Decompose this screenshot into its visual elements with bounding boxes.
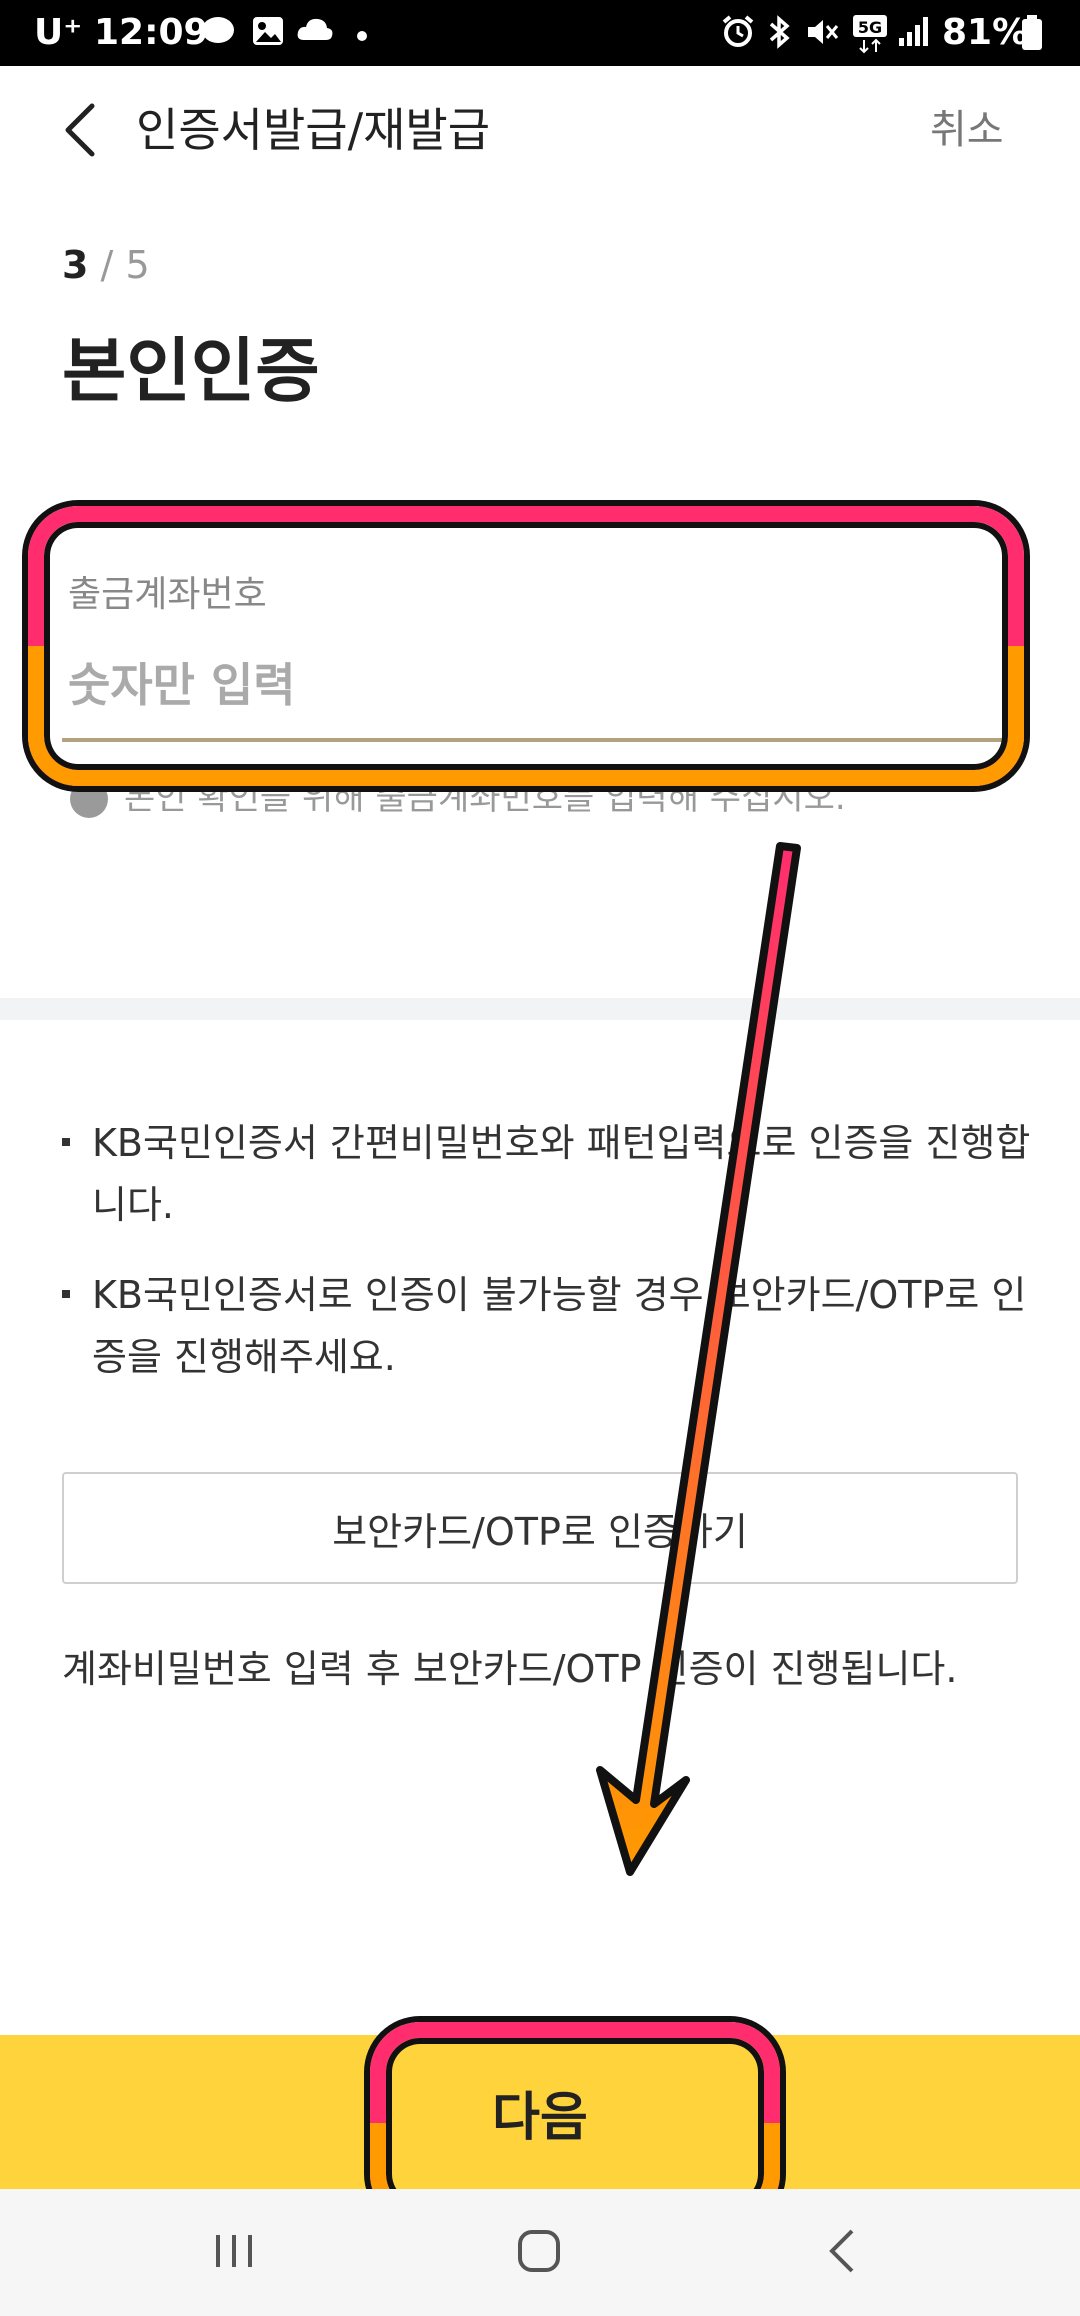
step-separator: / bbox=[100, 243, 114, 287]
page-title: 본인인증 bbox=[62, 330, 320, 412]
alarm-icon bbox=[720, 14, 756, 50]
bullet-icon bbox=[62, 1138, 70, 1146]
mute-icon bbox=[804, 14, 840, 50]
battery-icon bbox=[1014, 14, 1050, 50]
system-nav-bar bbox=[0, 2189, 1080, 2316]
carrier-label: U⁺ bbox=[34, 12, 83, 53]
chevron-left-icon bbox=[65, 103, 95, 157]
recent-apps-button[interactable] bbox=[210, 2221, 258, 2281]
bluetooth-icon bbox=[762, 14, 798, 50]
status-bar: U⁺ 12:09 5G 81% bbox=[0, 0, 1080, 66]
header-title: 인증서발급/재발급 bbox=[136, 103, 491, 157]
dot-icon bbox=[344, 14, 380, 50]
talk-icon bbox=[200, 14, 236, 50]
info-bullet-text: KB국민인증서로 인증이 불가능할 경우 보안카드/OTP로 인증을 진행해주세… bbox=[92, 1273, 1027, 1379]
svg-text:5G: 5G bbox=[858, 18, 882, 37]
info-icon bbox=[70, 780, 108, 818]
step-indicator: 3 / 5 bbox=[62, 240, 150, 290]
cancel-button[interactable]: 취소 bbox=[930, 100, 1004, 160]
account-field-label: 출금계좌번호 bbox=[68, 574, 267, 615]
back-nav-icon bbox=[829, 2229, 854, 2273]
signal-icon bbox=[896, 14, 932, 50]
home-icon bbox=[518, 2230, 560, 2272]
bullet-icon bbox=[62, 1290, 70, 1298]
nav-back-button[interactable] bbox=[822, 2221, 862, 2281]
input-highlight-annotation bbox=[28, 506, 1024, 786]
section-divider bbox=[0, 998, 1080, 1020]
account-number-input[interactable] bbox=[68, 650, 1018, 720]
home-button[interactable] bbox=[514, 2221, 564, 2281]
step-current: 3 bbox=[62, 243, 89, 287]
input-underline bbox=[62, 738, 1018, 742]
security-card-otp-button[interactable]: 보안카드/OTP로 인증하기 bbox=[62, 1472, 1018, 1584]
5g-icon: 5G bbox=[852, 14, 888, 54]
otp-note: 계좌비밀번호 입력 후 보안카드/OTP 인증이 진행됩니다. bbox=[62, 1647, 958, 1691]
gallery-icon bbox=[250, 14, 286, 50]
step-total: 5 bbox=[125, 243, 150, 287]
back-button[interactable] bbox=[56, 100, 106, 160]
cloud-icon bbox=[296, 14, 333, 50]
next-button[interactable]: 다음 bbox=[0, 2035, 1080, 2189]
clock: 12:09 bbox=[94, 12, 209, 53]
account-field-hint: 본인 확인을 위해 출금계좌번호를 입력해 주십시오. bbox=[124, 778, 846, 818]
recent-apps-icon bbox=[216, 2235, 252, 2267]
info-bullet: KB국민인증서로 인증이 불가능할 경우 보안카드/OTP로 인증을 진행해주세… bbox=[62, 1264, 1052, 1388]
info-bullet-text: KB국민인증서 간편비밀번호와 패턴입력으로 인증을 진행합니다. bbox=[92, 1121, 1031, 1227]
info-bullet: KB국민인증서 간편비밀번호와 패턴입력으로 인증을 진행합니다. bbox=[62, 1112, 1052, 1236]
